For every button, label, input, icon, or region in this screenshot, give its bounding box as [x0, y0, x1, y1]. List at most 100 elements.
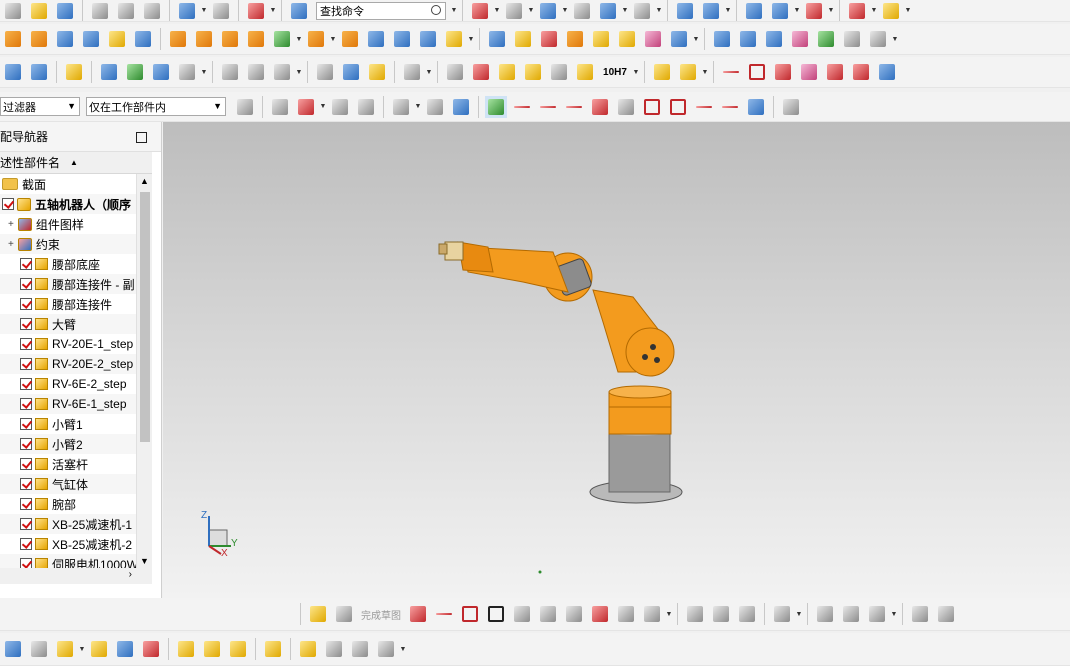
vertical-scrollbar[interactable]: ▲ ▼ [136, 174, 152, 568]
through-curves-icon[interactable] [711, 28, 733, 50]
tree-row[interactable]: 小臂2 [0, 434, 152, 454]
link-icon[interactable] [297, 638, 319, 660]
open-folder-icon[interactable] [28, 0, 50, 21]
measure-dropdown-icon[interactable]: ▼ [295, 69, 303, 76]
scale-body-icon[interactable] [538, 28, 560, 50]
tree-row[interactable]: RV-6E-2_step [0, 374, 152, 394]
polygon-icon[interactable] [589, 603, 611, 625]
expand-icon[interactable]: + [8, 239, 14, 250]
finish-sketch-icon[interactable] [333, 603, 355, 625]
group-icon[interactable] [522, 61, 544, 83]
command-finder-icon[interactable] [288, 0, 310, 21]
snap-curve-icon[interactable] [563, 96, 585, 118]
tool-icon[interactable] [401, 61, 423, 83]
fit-dropdown-icon[interactable]: ▼ [493, 7, 501, 14]
chamfer-icon[interactable] [339, 28, 361, 50]
mesh-surface-icon[interactable] [737, 28, 759, 50]
visibility-checkbox[interactable] [2, 198, 14, 210]
cone-icon[interactable] [106, 28, 128, 50]
boolean-dropdown-icon[interactable]: ▼ [295, 36, 303, 43]
color-dropdown-icon[interactable]: ▼ [655, 7, 663, 14]
show-constraints-icon[interactable] [909, 603, 931, 625]
add-component-icon[interactable] [98, 61, 120, 83]
explode-icon[interactable] [175, 638, 197, 660]
tree-row[interactable]: 伺服电机1000W [0, 554, 152, 568]
tree-row[interactable]: RV-6E-1_step [0, 394, 152, 414]
visibility-checkbox[interactable] [20, 258, 32, 270]
scroll-thumb[interactable] [140, 192, 150, 442]
assembly-nav-icon[interactable] [2, 638, 24, 660]
joined-curve-icon[interactable] [876, 61, 898, 83]
new-file-icon[interactable] [2, 0, 24, 21]
scroll-up-icon[interactable]: ▲ [140, 176, 149, 186]
column-header[interactable]: 述性部件名 ▲ [0, 152, 152, 174]
auto-constrain-icon[interactable] [935, 603, 957, 625]
robot-model[interactable] [163, 122, 1070, 598]
sort-ascending-icon[interactable]: ▲ [70, 158, 78, 167]
snap-point-icon[interactable] [269, 96, 291, 118]
draft-icon[interactable] [365, 28, 387, 50]
finish-sketch-label[interactable]: 完成草图 [361, 607, 401, 622]
add-part-dropdown-icon[interactable]: ▼ [78, 646, 86, 653]
tree-row[interactable]: + 组件图样 [0, 214, 152, 234]
tree-row[interactable]: + 约束 [0, 234, 152, 254]
tree-row[interactable]: 截面 [0, 174, 152, 194]
snap-line-icon[interactable] [537, 96, 559, 118]
quick-extend-icon[interactable] [710, 603, 732, 625]
list-view-icon[interactable] [743, 0, 765, 21]
shell-icon[interactable] [391, 28, 413, 50]
fit-view-icon[interactable] [469, 0, 491, 21]
create-new-icon[interactable] [124, 61, 146, 83]
boolean-icon[interactable] [271, 28, 293, 50]
bounded-plane-icon[interactable] [867, 28, 889, 50]
measure-icon[interactable] [271, 61, 293, 83]
fillet-icon[interactable] [511, 603, 533, 625]
move-component-icon[interactable] [674, 0, 696, 21]
csys-dropdown-icon[interactable]: ▼ [269, 7, 277, 14]
tree-row[interactable]: 五轴机器人（顺序 [0, 194, 152, 214]
undo-dropdown-icon[interactable]: ▼ [200, 7, 208, 14]
orient-dropdown-icon[interactable]: ▼ [561, 7, 569, 14]
tree-row[interactable]: 大臂 [0, 314, 152, 334]
cylinder-icon[interactable] [80, 28, 102, 50]
tree-row[interactable]: 小臂1 [0, 414, 152, 434]
triangle-icon[interactable] [444, 61, 466, 83]
geo-dropdown-icon[interactable]: ▼ [890, 611, 898, 618]
section-curve-icon[interactable] [245, 61, 267, 83]
snap-point-on-curve-icon[interactable] [693, 96, 715, 118]
abc-icon[interactable] [176, 61, 198, 83]
replace-component-icon[interactable] [150, 61, 172, 83]
point-icon[interactable] [615, 603, 637, 625]
visibility-checkbox[interactable] [20, 458, 32, 470]
tree-row[interactable]: 腰部底座 [0, 254, 152, 274]
mirror-assembly-icon[interactable] [114, 638, 136, 660]
sew-icon[interactable] [590, 28, 612, 50]
background-icon[interactable] [571, 0, 593, 21]
select-face-icon[interactable] [450, 96, 472, 118]
rect-dropdown-icon[interactable]: ▼ [414, 103, 422, 110]
tree-row[interactable]: XB-25减速机-1 [0, 514, 152, 534]
paint-tool-icon[interactable] [880, 0, 902, 21]
visibility-checkbox[interactable] [20, 318, 32, 330]
tree-row[interactable]: 腕部 [0, 494, 152, 514]
gear-icon[interactable] [2, 61, 24, 83]
diamond-dropdown-icon[interactable]: ▼ [870, 7, 878, 14]
abc-dropdown-icon[interactable]: ▼ [200, 69, 208, 76]
offset-face-icon[interactable] [417, 28, 439, 50]
snap-intersection-icon[interactable] [589, 96, 611, 118]
mirror-body-icon[interactable] [512, 28, 534, 50]
check-clearance-icon[interactable] [262, 638, 284, 660]
chamfer-sketch-icon[interactable] [537, 603, 559, 625]
refset-dropdown-icon[interactable]: ▼ [399, 646, 407, 653]
paste-icon[interactable] [141, 0, 163, 21]
patch-icon[interactable] [616, 28, 638, 50]
n-sided-icon[interactable] [815, 28, 837, 50]
spreadsheet-icon[interactable] [28, 61, 50, 83]
tree-row[interactable]: 腰部连接件 [0, 294, 152, 314]
edge-blend-icon[interactable] [305, 28, 327, 50]
selection-filter-icon[interactable] [234, 96, 256, 118]
graphics-viewport[interactable]: Z Y X [163, 122, 1070, 598]
maximize-icon[interactable] [136, 132, 147, 143]
component-array-icon[interactable] [201, 638, 223, 660]
line-icon[interactable] [720, 61, 742, 83]
